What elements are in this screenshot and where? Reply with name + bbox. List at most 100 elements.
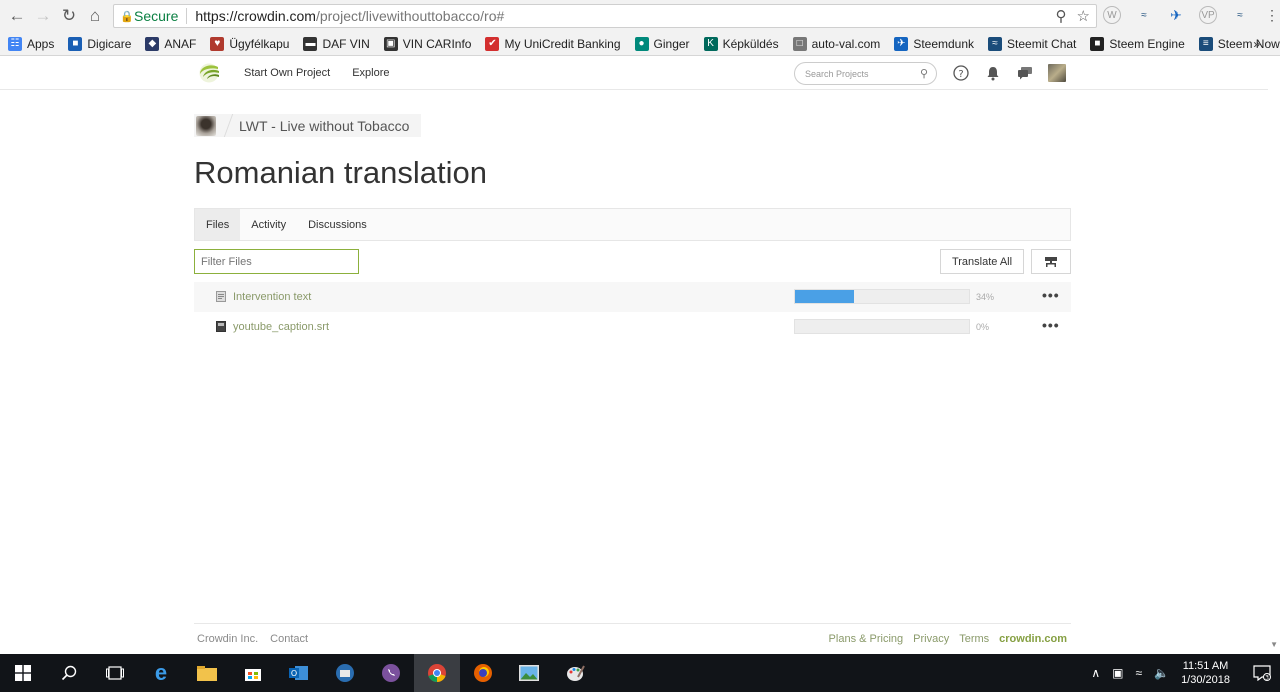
- footer-privacy-link[interactable]: Privacy: [913, 633, 949, 645]
- bookmark-item[interactable]: ☷ Apps: [8, 36, 54, 51]
- network-adapter-icon[interactable]: ▣: [1112, 666, 1123, 680]
- vp-extension-icon[interactable]: VP: [1199, 6, 1217, 24]
- bookmark-item[interactable]: K Képküldés: [703, 36, 779, 51]
- footer-company[interactable]: Crowdin Inc.: [197, 633, 258, 645]
- crowdin-logo-icon[interactable]: [196, 63, 222, 83]
- bookmark-item[interactable]: ● Ginger: [634, 36, 690, 51]
- forward-icon[interactable]: →: [30, 3, 56, 29]
- page-title: Romanian translation: [194, 155, 487, 190]
- tray-expand-icon[interactable]: ∧: [1091, 666, 1100, 680]
- translate-all-button[interactable]: Translate All: [940, 249, 1024, 274]
- plane-extension-icon[interactable]: ✈: [1167, 6, 1185, 24]
- paint-icon[interactable]: [552, 654, 598, 692]
- wordpress-extension-icon[interactable]: W: [1103, 6, 1121, 24]
- bookmark-label: Steem Engine: [1109, 36, 1185, 51]
- firefox-icon[interactable]: [460, 654, 506, 692]
- screen: ← → ↻ ⌂ 🔒 Secure https://crowdin.com /pr…: [0, 0, 1280, 692]
- file-row[interactable]: youtube_caption.srt 0% •••: [194, 312, 1071, 342]
- svg-text:O: O: [291, 669, 297, 678]
- tab-files[interactable]: Files: [195, 209, 241, 240]
- project-avatar[interactable]: [196, 115, 216, 136]
- progress-bar: [794, 289, 970, 304]
- bookmark-item[interactable]: ▣ VIN CARInfo: [383, 36, 472, 51]
- bookmark-item[interactable]: ■ Steem Engine: [1090, 36, 1185, 51]
- bookmark-favicon-icon: ◆: [145, 36, 160, 51]
- file-name-link[interactable]: Intervention text: [233, 291, 311, 303]
- search-icon[interactable]: ⚲: [920, 67, 928, 80]
- bookmark-favicon-icon: ☷: [8, 36, 22, 51]
- file-row[interactable]: Intervention text 34% •••: [194, 282, 1071, 312]
- footer-contact-link[interactable]: Contact: [270, 633, 308, 645]
- bookmarks-overflow-button[interactable]: »: [1253, 37, 1260, 51]
- file-document-icon: [216, 291, 226, 303]
- windows-taskbar: e O ∧ ▣ ≈ 🔈 11:51 AM 1/30/2018 3: [0, 654, 1280, 692]
- search-projects-input[interactable]: Search Projects ⚲: [794, 62, 937, 85]
- nav-explore[interactable]: Explore: [352, 67, 389, 79]
- wifi-icon[interactable]: ≈: [1136, 666, 1143, 680]
- zoom-icon[interactable]: ⚲: [1056, 7, 1067, 25]
- bookmark-favicon-icon: ✔: [485, 36, 500, 51]
- user-avatar[interactable]: [1048, 64, 1066, 82]
- tab-activity[interactable]: Activity: [240, 209, 297, 240]
- viber-icon[interactable]: [368, 654, 414, 692]
- footer-terms-link[interactable]: Terms: [959, 633, 989, 645]
- bookmark-label: VIN CARInfo: [402, 36, 472, 51]
- footer-brand-link[interactable]: crowdin.com: [999, 633, 1067, 645]
- footer-plans-link[interactable]: Plans & Pricing: [829, 633, 904, 645]
- steem-wave-extension-icon[interactable]: ≈: [1231, 6, 1249, 24]
- volume-icon[interactable]: 🔈: [1154, 666, 1169, 680]
- bookmark-item[interactable]: ✔ My UniCredit Banking: [485, 36, 621, 51]
- store-icon[interactable]: [230, 654, 276, 692]
- edge-icon[interactable]: e: [138, 654, 184, 692]
- progress-fill: [795, 290, 855, 303]
- file-name-link[interactable]: youtube_caption.srt: [233, 321, 329, 333]
- chrome-icon[interactable]: [414, 654, 460, 692]
- bookmark-item[interactable]: ◆ ANAF: [145, 36, 196, 51]
- bookmark-label: DAF VIN: [322, 36, 370, 51]
- bookmark-item[interactable]: ≡ Steem Now: [1198, 36, 1280, 51]
- bookmark-star-icon[interactable]: ☆: [1077, 7, 1090, 25]
- bookmark-label: Ginger: [653, 36, 690, 51]
- bookmark-item[interactable]: ✈ Steemdunk: [894, 36, 975, 51]
- home-icon[interactable]: ⌂: [82, 3, 108, 29]
- system-tray: ∧ ▣ ≈ 🔈 11:51 AM 1/30/2018 3: [1091, 654, 1280, 692]
- tab-discussions[interactable]: Discussions: [297, 209, 378, 240]
- scrollbar-down-arrow-icon[interactable]: ▼: [1270, 640, 1278, 649]
- lock-icon: 🔒: [120, 11, 134, 23]
- tree-view-button[interactable]: [1031, 249, 1071, 274]
- task-view-icon[interactable]: [92, 654, 138, 692]
- messages-icon[interactable]: [1016, 64, 1034, 82]
- bell-icon[interactable]: [984, 64, 1002, 82]
- nav-start-own-project[interactable]: Start Own Project: [244, 67, 330, 79]
- bookmark-label: Digicare: [87, 36, 132, 51]
- reload-icon[interactable]: ↻: [56, 3, 82, 29]
- file-explorer-icon[interactable]: [184, 654, 230, 692]
- notification-center-icon[interactable]: 3: [1244, 654, 1280, 692]
- bookmark-label: Steem Now: [1217, 36, 1280, 51]
- photos-icon[interactable]: [506, 654, 552, 692]
- filter-files-input[interactable]: [194, 249, 359, 274]
- url-bar[interactable]: 🔒 Secure https://crowdin.com /project/li…: [113, 4, 1097, 28]
- bookmark-item[interactable]: □ auto-val.com: [792, 36, 880, 51]
- chrome-menu-icon[interactable]: ⋮: [1263, 6, 1280, 24]
- more-options-button[interactable]: •••: [1042, 317, 1060, 333]
- more-options-button[interactable]: •••: [1042, 287, 1060, 303]
- bookmark-label: Steemdunk: [913, 36, 975, 51]
- help-icon[interactable]: ?: [952, 64, 970, 82]
- omnibox-icons: ⚲ ☆: [1056, 7, 1090, 25]
- steem-extension-icon[interactable]: ≈: [1135, 6, 1153, 24]
- back-icon[interactable]: ←: [4, 3, 30, 29]
- bookmark-item[interactable]: ♥ Ügyfélkapu: [210, 36, 289, 51]
- thunderbird-icon[interactable]: [322, 654, 368, 692]
- outlook-icon[interactable]: O: [276, 654, 322, 692]
- top-nav: Start Own Project Explore: [244, 67, 390, 79]
- bookmark-item[interactable]: ■ Digicare: [68, 36, 132, 51]
- svg-text:?: ?: [958, 69, 963, 80]
- bookmark-item[interactable]: ≈ Steemit Chat: [988, 36, 1076, 51]
- clock[interactable]: 11:51 AM 1/30/2018: [1181, 659, 1230, 687]
- search-icon[interactable]: [46, 654, 92, 692]
- breadcrumb-project-link[interactable]: LWT - Live without Tobacco: [239, 118, 409, 134]
- windows-start-icon[interactable]: [0, 654, 46, 692]
- footer: Crowdin Inc. Contact Plans & Pricing Pri…: [194, 623, 1071, 653]
- bookmark-item[interactable]: ▬ DAF VIN: [303, 36, 370, 51]
